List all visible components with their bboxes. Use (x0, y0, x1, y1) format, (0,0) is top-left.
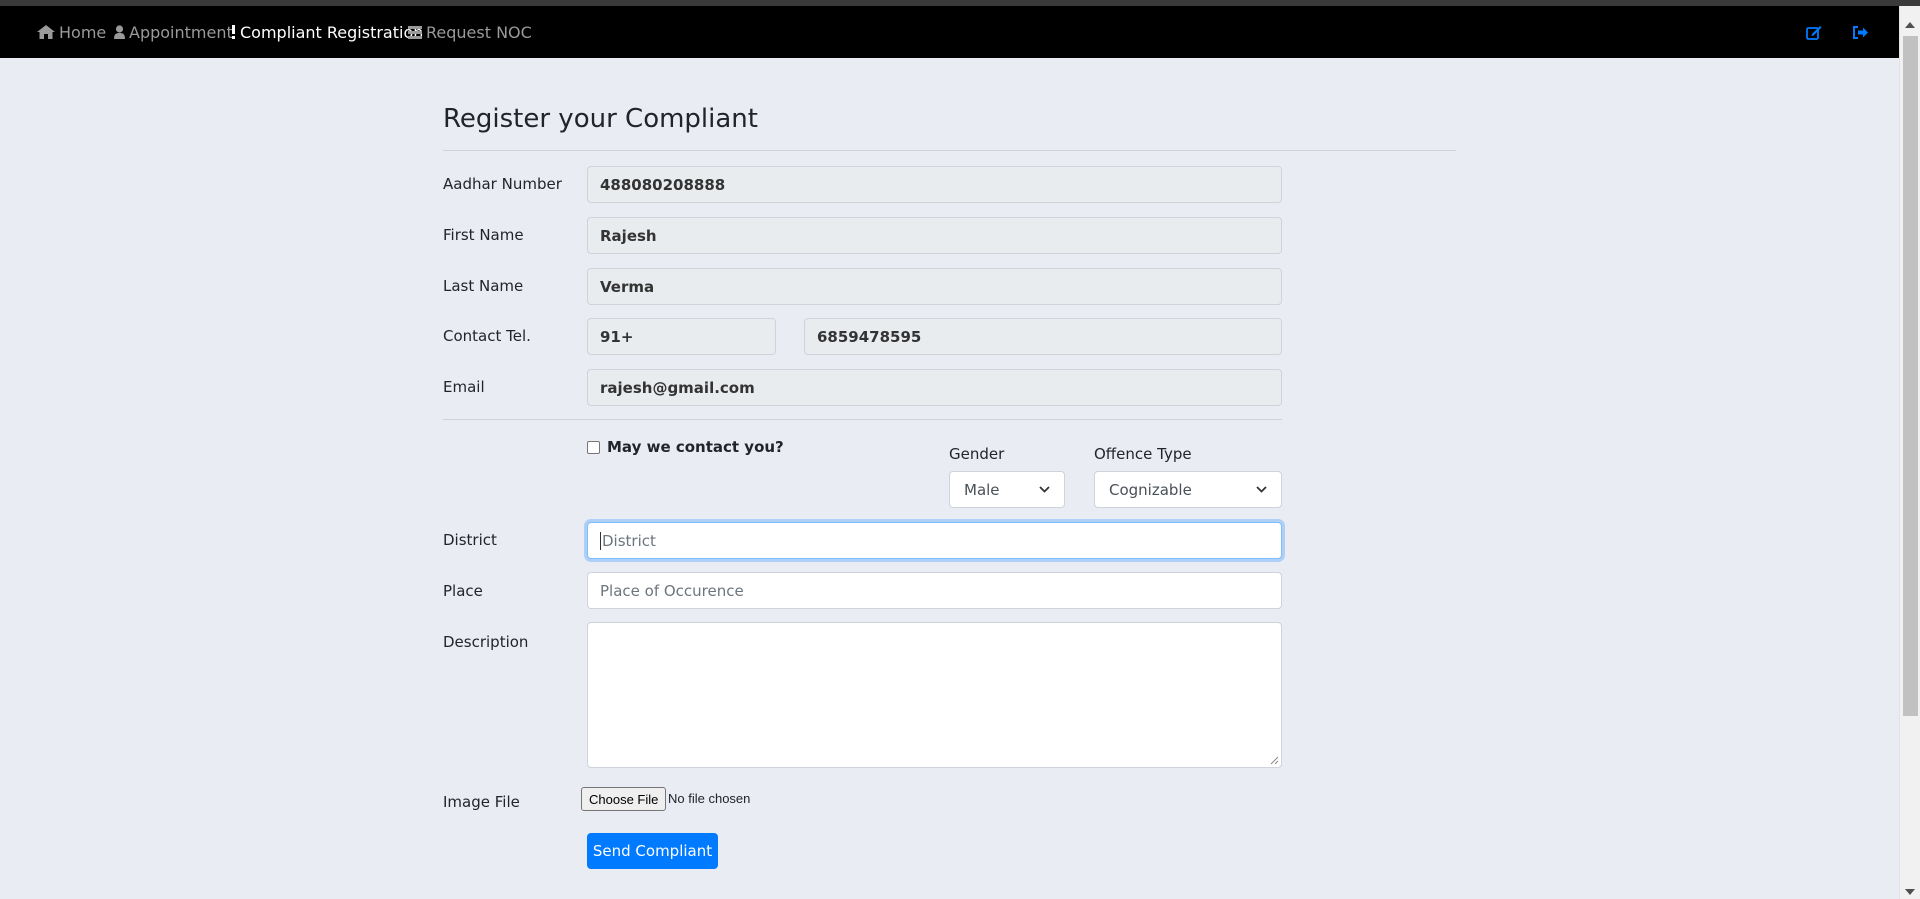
resize-grip-icon[interactable] (1270, 756, 1279, 765)
navbar: Home Appointment Compliant Registration … (0, 6, 1899, 58)
phone-number-field[interactable]: 6859478595 (804, 318, 1282, 355)
nav-home[interactable]: Home (37, 6, 106, 58)
nav-compliant-registration[interactable]: Compliant Registration (231, 6, 423, 58)
section-divider (443, 419, 1282, 420)
nav-home-label: Home (59, 22, 107, 42)
email-field[interactable]: rajesh@gmail.com (587, 369, 1282, 406)
title-divider (443, 150, 1456, 151)
contact-permission-checkbox[interactable] (587, 440, 600, 454)
contact-permission[interactable]: May we contact you? (587, 438, 784, 456)
place-input[interactable]: Place of Occurence (587, 572, 1282, 609)
list-icon (408, 25, 422, 39)
sign-out-icon (1853, 25, 1868, 39)
send-compliant-button[interactable]: Send Compliant (587, 833, 718, 869)
last-name-label: Last Name (443, 277, 524, 295)
home-icon (37, 25, 55, 39)
description-textarea[interactable] (587, 622, 1282, 768)
contact-permission-label: May we contact you? (607, 438, 784, 456)
country-code-value: 91+ (600, 327, 634, 346)
nav-request-noc-label: Request NOC (426, 22, 532, 42)
place-placeholder: Place of Occurence (600, 581, 744, 600)
text-cursor (600, 531, 601, 550)
aadhar-label: Aadhar Number (443, 175, 562, 193)
offence-type-label: Offence Type (1094, 445, 1192, 463)
page-scrollbar[interactable] (1899, 6, 1920, 899)
gender-select[interactable]: Male (949, 471, 1065, 508)
scroll-down-arrow-icon[interactable] (1905, 889, 1915, 895)
offence-type-select[interactable]: Cognizable (1094, 471, 1282, 508)
first-name-value: Rajesh (600, 226, 657, 245)
district-label: District (443, 531, 497, 549)
chevron-down-icon (1039, 486, 1050, 493)
country-code-field[interactable]: 91+ (587, 318, 776, 355)
sign-out-button[interactable] (1853, 6, 1869, 58)
scrollbar-thumb[interactable] (1903, 36, 1918, 716)
nav-appointment[interactable]: Appointment (114, 6, 233, 58)
edit-icon (1806, 25, 1822, 40)
chevron-down-icon (1256, 486, 1267, 493)
email-label: Email (443, 378, 485, 396)
aadhar-value: 488080208888 (600, 175, 726, 194)
district-placeholder: District (602, 531, 656, 550)
image-file-label: Image File (443, 793, 520, 811)
contact-label: Contact Tel. (443, 327, 531, 345)
place-label: Place (443, 582, 483, 600)
nav-appointment-label: Appointment (129, 22, 233, 42)
first-name-field[interactable]: Rajesh (587, 217, 1282, 254)
scroll-up-arrow-icon[interactable] (1905, 22, 1915, 28)
first-name-label: First Name (443, 226, 524, 244)
email-value: rajesh@gmail.com (600, 378, 755, 397)
gender-label: Gender (949, 445, 1005, 463)
file-status: No file chosen (668, 791, 751, 806)
nav-request-noc[interactable]: Request NOC (408, 6, 532, 58)
description-label: Description (443, 633, 529, 651)
gender-value: Male (964, 480, 1000, 499)
last-name-value: Verma (600, 277, 655, 296)
aadhar-field[interactable]: 488080208888 (587, 166, 1282, 203)
phone-number-value: 6859478595 (817, 327, 922, 346)
district-input[interactable]: District (587, 522, 1282, 559)
nav-compliant-registration-label: Compliant Registration (240, 22, 424, 42)
offence-type-value: Cognizable (1109, 480, 1192, 499)
page-title: Register your Compliant (443, 104, 758, 134)
edit-button[interactable] (1806, 6, 1822, 58)
exclamation-icon (232, 25, 235, 39)
choose-file-button[interactable]: Choose File (581, 787, 667, 811)
last-name-field[interactable]: Verma (587, 268, 1282, 305)
user-icon (114, 25, 125, 39)
